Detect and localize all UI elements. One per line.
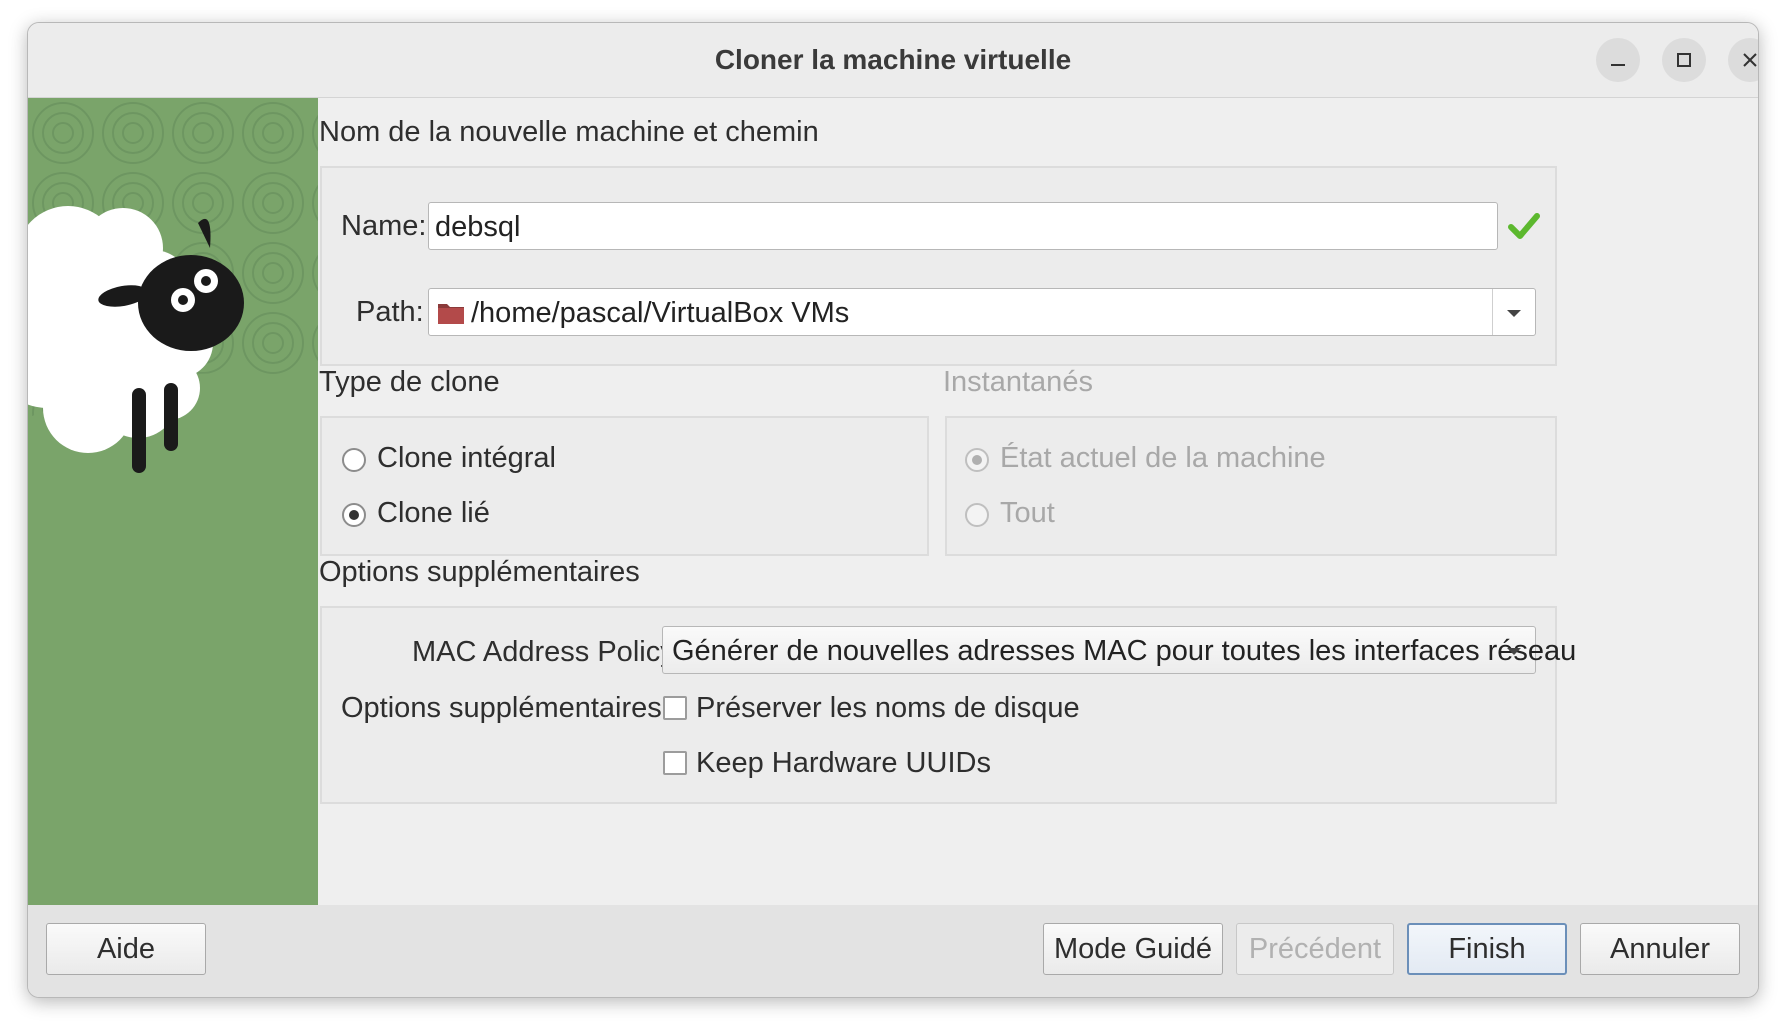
name-label: Name: <box>341 210 427 242</box>
keep-hardware-uuids-label[interactable]: Keep Hardware UUIDs <box>696 747 991 780</box>
minimize-button[interactable] <box>1596 38 1640 82</box>
radio-all-snapshots[interactable] <box>965 503 989 527</box>
chevron-down-icon <box>1507 310 1521 317</box>
radio-current-state[interactable] <box>965 448 989 472</box>
current-state-label[interactable]: État actuel de la machine <box>1000 442 1326 475</box>
radio-linked-clone[interactable] <box>342 503 366 527</box>
checkmark-icon <box>1508 213 1540 239</box>
clone-type-group: Clone intégral Clone lié <box>320 416 929 556</box>
help-button[interactable]: Aide <box>46 923 206 975</box>
path-combobox[interactable]: /home/pascal/VirtualBox VMs <box>428 288 1536 336</box>
guided-mode-button[interactable]: Mode Guidé <box>1043 923 1223 975</box>
snapshots-group: État actuel de la machine Tout <box>945 416 1557 556</box>
mac-policy-dropdown-arrow[interactable] <box>1493 627 1535 673</box>
path-label: Path: <box>356 296 424 328</box>
name-input[interactable]: debsql <box>428 202 1498 250</box>
maximize-button[interactable] <box>1662 38 1706 82</box>
radio-full-clone[interactable] <box>342 448 366 472</box>
snapshots-section-title: Instantanés <box>943 366 1093 398</box>
title-bar: Cloner la machine virtuelle <box>28 23 1758 98</box>
clone-vm-dialog: Cloner la machine virtuelle Nom de la no… <box>27 22 1759 998</box>
preserve-disk-names-checkbox[interactable] <box>663 696 687 720</box>
clone-type-section-title: Type de clone <box>319 366 500 398</box>
sheep-illustration <box>28 98 318 905</box>
name-path-group: Name: debsql Path: /home/pascal/VirtualB… <box>320 166 1557 366</box>
finish-button[interactable]: Finish <box>1407 923 1567 975</box>
full-clone-label[interactable]: Clone intégral <box>377 442 556 475</box>
wizard-content: Nom de la nouvelle machine et chemin Nam… <box>318 98 1758 905</box>
maximize-icon <box>1677 53 1691 67</box>
path-value: /home/pascal/VirtualBox VMs <box>471 297 850 329</box>
additional-options-label: Options supplémentaires : <box>341 692 678 724</box>
extra-options-section-title: Options supplémentaires <box>319 556 640 588</box>
mac-policy-combobox[interactable]: Générer de nouvelles adresses MAC pour t… <box>662 626 1576 674</box>
extra-options-group: MAC Address Policy: Générer de nouvelles… <box>320 606 1576 804</box>
window-title: Cloner la machine virtuelle <box>714 44 1072 75</box>
button-bar: Aide Mode Guidé Précédent Finish Annuler <box>28 905 1758 997</box>
cancel-button[interactable]: Annuler <box>1580 923 1740 975</box>
linked-clone-label[interactable]: Clone lié <box>377 497 490 530</box>
keep-hardware-uuids-checkbox[interactable] <box>663 751 687 775</box>
chevron-down-icon <box>1507 648 1521 655</box>
wizard-sidebar-illustration <box>28 98 318 905</box>
folder-icon <box>438 304 464 324</box>
back-button[interactable]: Précédent <box>1236 923 1394 975</box>
minimize-icon <box>1611 64 1625 66</box>
mac-policy-label: MAC Address Policy: <box>412 636 683 668</box>
name-path-section-title: Nom de la nouvelle machine et chemin <box>319 116 819 148</box>
all-snapshots-label[interactable]: Tout <box>1000 497 1055 530</box>
close-icon <box>1743 53 1757 67</box>
path-dropdown-arrow[interactable] <box>1492 289 1535 335</box>
mac-policy-value: Générer de nouvelles adresses MAC pour t… <box>672 635 1577 667</box>
preserve-disk-names-label[interactable]: Préserver les noms de disque <box>696 692 1080 725</box>
name-input-value: debsql <box>435 211 521 243</box>
